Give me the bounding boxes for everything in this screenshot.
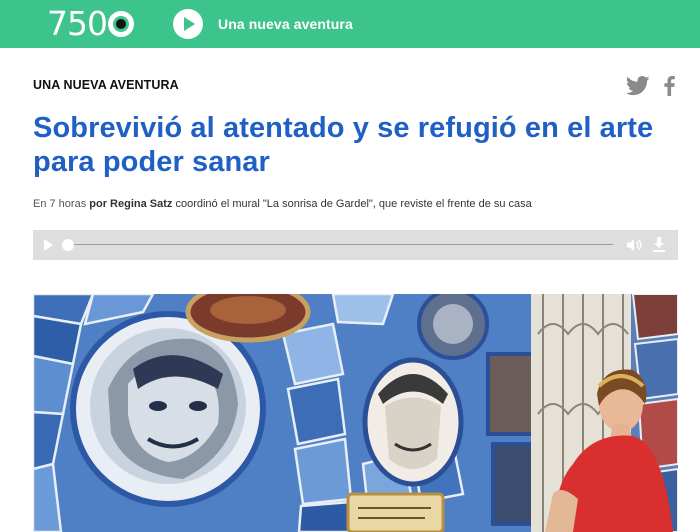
article-summary: coordinó el mural "La sonrisa de Gardel"… [175, 198, 532, 210]
publish-time: En 7 horas [33, 198, 87, 210]
article-byline: En 7 horas por Regina Satz coordinó el m… [33, 198, 532, 210]
play-icon[interactable] [44, 239, 53, 251]
article-title: Sobrevivió al atentado y se refugió en e… [33, 112, 654, 178]
author-name[interactable]: por Regina Satz [89, 198, 172, 210]
download-icon[interactable] [652, 237, 666, 258]
top-bar: 750 Una nueva aventura [0, 0, 700, 48]
station-logo[interactable]: 750 [47, 7, 134, 41]
twitter-icon[interactable] [626, 76, 650, 96]
program-title[interactable]: Una nueva aventura [218, 16, 353, 32]
article-photo [33, 294, 678, 532]
facebook-icon[interactable] [664, 76, 675, 96]
logo-text: 750 [47, 4, 108, 43]
section-kicker[interactable]: UNA NUEVA AVENTURA [33, 78, 179, 92]
live-play-button[interactable] [173, 9, 203, 39]
progress-handle[interactable] [62, 239, 74, 251]
social-share [626, 76, 675, 96]
audio-player [33, 230, 678, 260]
logo-dot-icon [108, 11, 134, 37]
progress-track[interactable] [71, 244, 613, 245]
play-icon [184, 17, 195, 31]
volume-icon[interactable] [626, 237, 642, 258]
